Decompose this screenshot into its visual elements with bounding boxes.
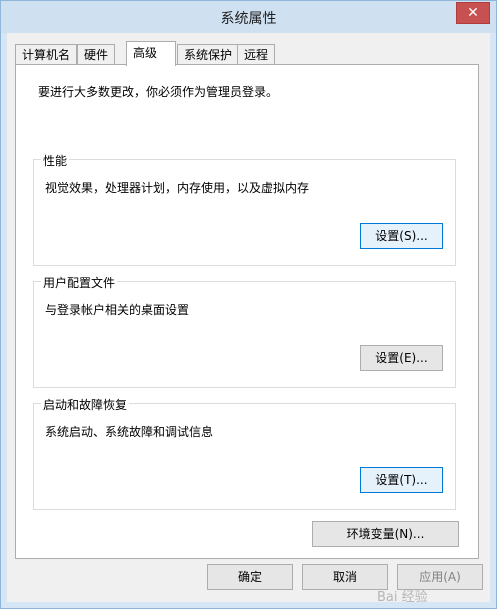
user-profiles-description: 与登录帐户相关的桌面设置 bbox=[45, 303, 190, 317]
system-properties-window: 系统属性 ✕ 计算机名 硬件 高级 系统保护 远程 要进行大多数更改，你必须作为… bbox=[0, 0, 497, 609]
startup-recovery-description: 系统启动、系统故障和调试信息 bbox=[45, 425, 214, 439]
startup-recovery-legend: 启动和故障恢复 bbox=[41, 396, 130, 413]
dialog-body: 计算机名 硬件 高级 系统保护 远程 要进行大多数更改，你必须作为管理员登录。 … bbox=[7, 33, 490, 605]
tab-hardware[interactable]: 硬件 bbox=[77, 44, 116, 65]
watermark: Bai 经验 bbox=[377, 590, 428, 605]
startup-recovery-group: 启动和故障恢复 系统启动、系统故障和调试信息 设置(T)... bbox=[33, 396, 456, 510]
tab-system-protection[interactable]: 系统保护 bbox=[177, 44, 240, 65]
advanced-tab-panel: 要进行大多数更改，你必须作为管理员登录。 性能 视觉效果，处理器计划，内存使用，… bbox=[15, 64, 479, 559]
tab-computer-name[interactable]: 计算机名 bbox=[15, 44, 78, 65]
startup-recovery-settings-button[interactable]: 设置(T)... bbox=[360, 467, 443, 493]
tab-remote[interactable]: 远程 bbox=[237, 44, 276, 65]
performance-group: 性能 视觉效果，处理器计划，内存使用，以及虚拟内存 设置(S)... bbox=[33, 152, 456, 266]
tab-advanced[interactable]: 高级 bbox=[126, 41, 176, 66]
admin-note: 要进行大多数更改，你必须作为管理员登录。 bbox=[38, 85, 279, 99]
window-title: 系统属性 bbox=[220, 11, 277, 27]
performance-description: 视觉效果，处理器计划，内存使用，以及虚拟内存 bbox=[45, 181, 310, 195]
user-profiles-group: 用户配置文件 与登录帐户相关的桌面设置 设置(E)... bbox=[33, 274, 456, 388]
close-icon: ✕ bbox=[467, 5, 479, 21]
performance-legend: 性能 bbox=[41, 152, 70, 169]
title-bar[interactable]: 系统属性 ✕ bbox=[1, 1, 496, 33]
close-button[interactable]: ✕ bbox=[456, 2, 490, 24]
user-profiles-settings-button[interactable]: 设置(E)... bbox=[360, 345, 443, 371]
user-profiles-legend: 用户配置文件 bbox=[41, 274, 118, 291]
cancel-button[interactable]: 取消 bbox=[302, 564, 388, 590]
performance-settings-button[interactable]: 设置(S)... bbox=[360, 223, 443, 249]
ok-button[interactable]: 确定 bbox=[207, 564, 293, 590]
environment-variables-button[interactable]: 环境变量(N)... bbox=[312, 521, 459, 547]
